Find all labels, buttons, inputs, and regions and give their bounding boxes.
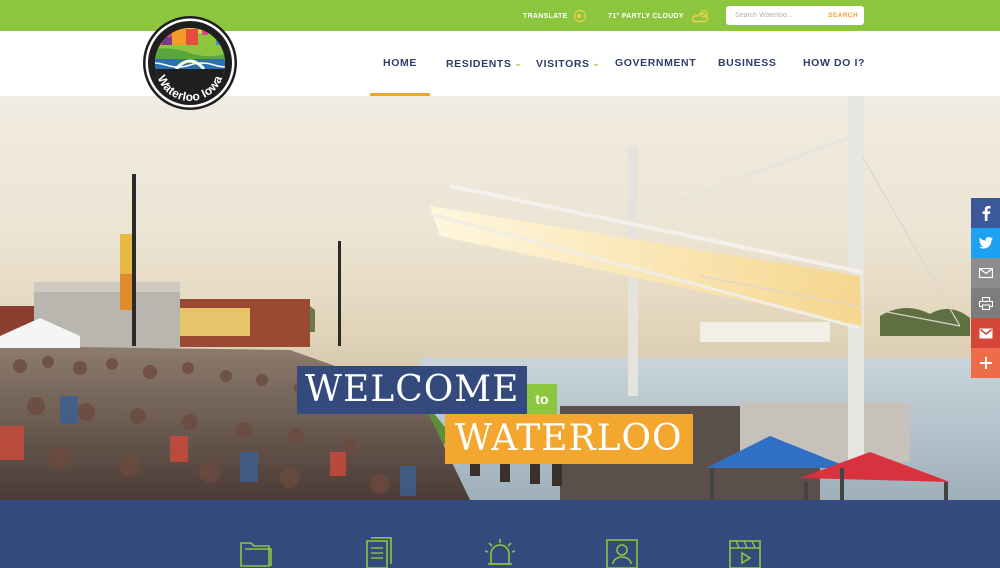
twitter-icon (978, 237, 993, 249)
nav-item-label: VISITORS (536, 58, 590, 70)
hero-welcome-text: WELCOME (297, 366, 528, 414)
social-share-bar (971, 198, 1000, 378)
more-share-button[interactable] (971, 348, 1000, 378)
nav-item-home[interactable]: HOME (370, 31, 430, 96)
document-icon (366, 537, 392, 568)
folder-icon (240, 542, 272, 567)
video-player-icon (729, 540, 761, 568)
alert-bell-icon (484, 539, 516, 565)
logo-emblem: Waterloo Iowa (143, 16, 237, 110)
hero-title-line2: WATERLOO (445, 414, 693, 464)
nav-item-label: HOW DO I? (803, 57, 865, 69)
quick-link-video[interactable] (728, 537, 762, 568)
gmail-icon (979, 328, 992, 338)
search-input[interactable] (726, 6, 826, 25)
waterloo-logo[interactable]: Waterloo Iowa (142, 15, 238, 111)
nav-item-business[interactable]: BUSINESS (718, 31, 776, 96)
nav-item-how-do-i[interactable]: HOW DO I? (803, 31, 865, 96)
search-button[interactable]: SEARCH (828, 6, 858, 25)
hero-city-text: WATERLOO (445, 414, 693, 464)
hero-title-line1: WELCOME to (297, 366, 557, 414)
nav-item-label: RESIDENTS (446, 58, 512, 70)
nav-item-residents[interactable]: RESIDENTS ⌄ (446, 31, 522, 96)
partly-cloudy-icon (691, 10, 708, 23)
weather-widget[interactable]: 71° PARTLY CLOUDY (608, 10, 712, 23)
twitter-share-button[interactable] (971, 228, 1000, 258)
more-share-icon (979, 357, 992, 369)
facebook-icon (982, 206, 990, 221)
quick-link-profile[interactable] (605, 537, 639, 568)
weather-label: 71° PARTLY CLOUDY (608, 12, 684, 20)
quick-links-band (0, 500, 1000, 568)
quick-link-folder[interactable] (239, 537, 273, 568)
print-icon (978, 296, 993, 310)
facebook-share-button[interactable] (971, 198, 1000, 228)
search-box: SEARCH (726, 6, 864, 25)
print-share-button[interactable] (971, 288, 1000, 318)
translate-label: TRANSLATE (523, 12, 568, 20)
email-icon (978, 268, 993, 278)
chevron-down-icon: ⌄ (514, 59, 522, 68)
email-share-button[interactable] (971, 258, 1000, 288)
translate-icon (573, 10, 586, 22)
quick-link-alerts[interactable] (483, 537, 517, 568)
nav-item-visitors[interactable]: VISITORS ⌄ (536, 31, 600, 96)
gmail-share-button[interactable] (971, 318, 1000, 348)
nav-item-government[interactable]: GOVERNMENT (615, 31, 696, 96)
profile-card-icon (606, 539, 638, 568)
chevron-down-icon: ⌄ (592, 59, 600, 68)
hero-to-text: to (527, 384, 557, 414)
hero-banner: WELCOME to WATERLOO (0, 96, 1000, 500)
nav-item-label: BUSINESS (718, 57, 777, 69)
quick-link-documents[interactable] (362, 537, 396, 568)
translate-link[interactable]: TRANSLATE (523, 10, 586, 22)
nav-item-label: GOVERNMENT (615, 57, 697, 69)
nav-item-label: HOME (383, 57, 417, 69)
